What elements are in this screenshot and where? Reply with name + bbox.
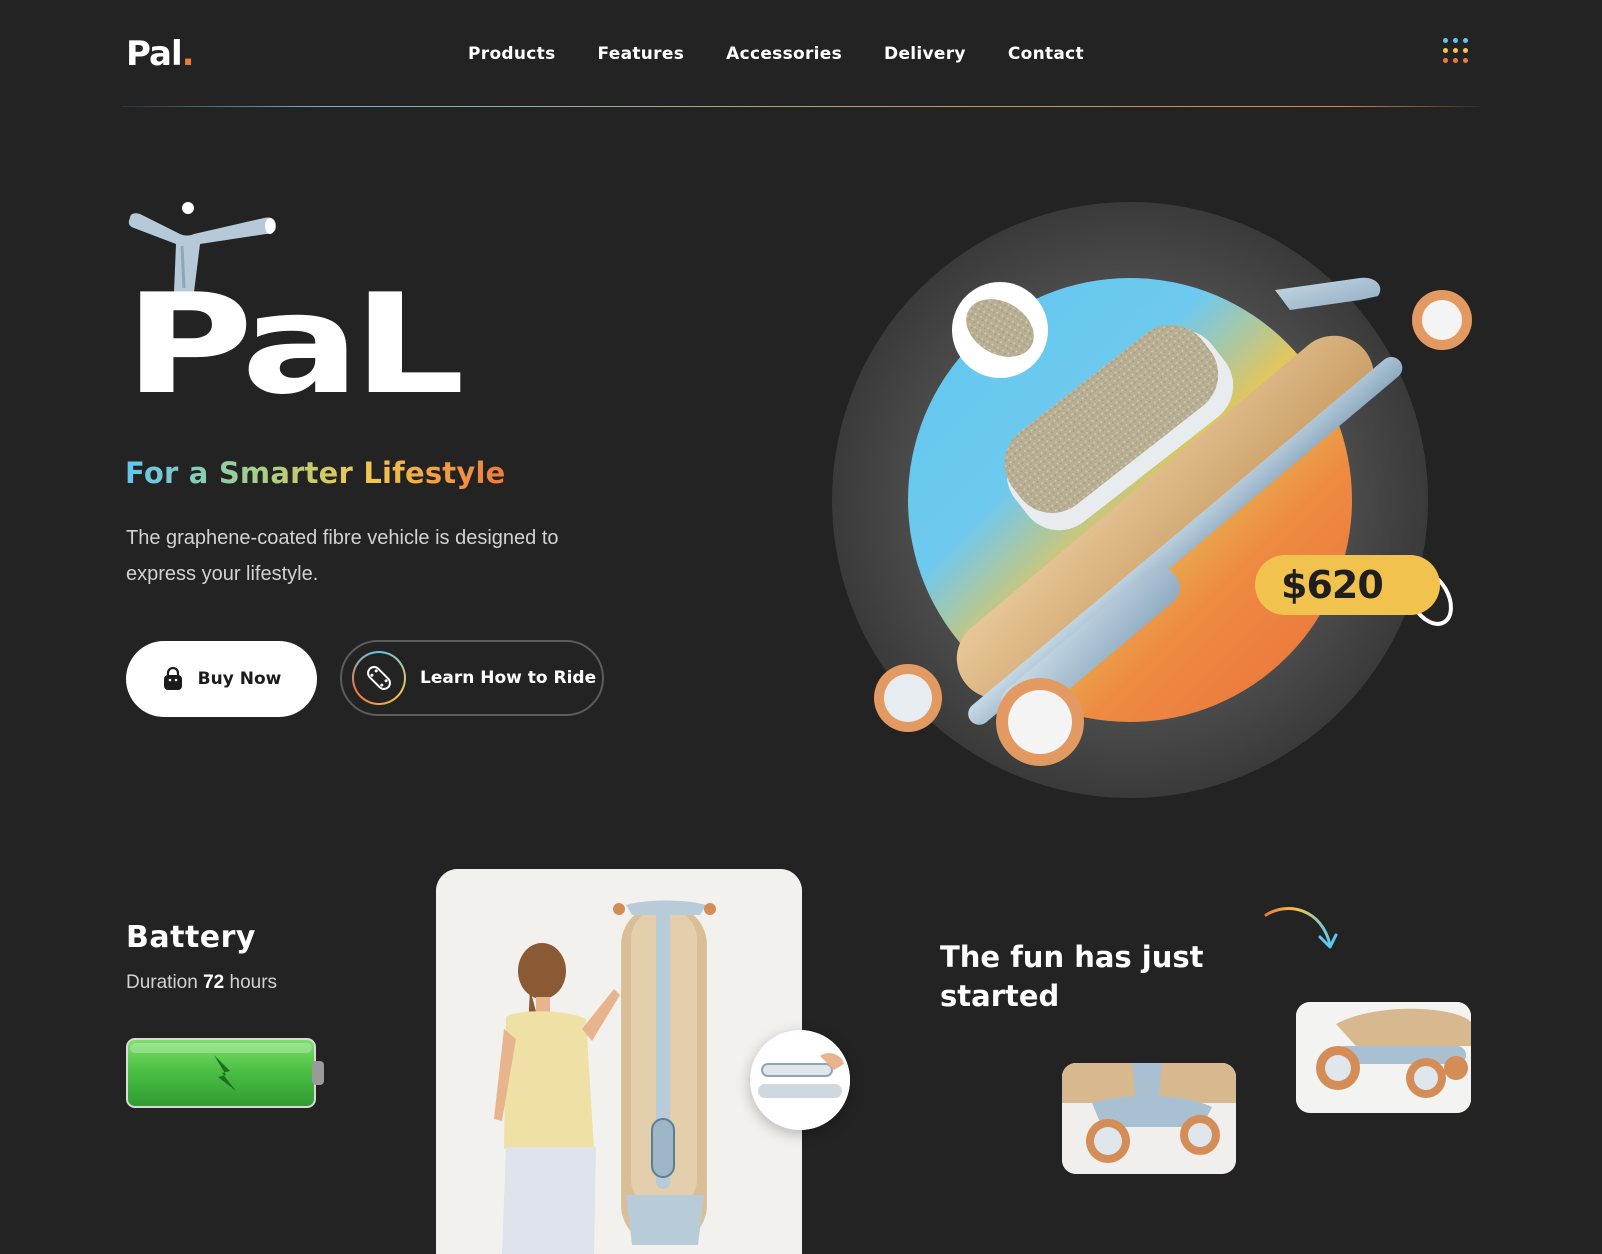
grid-dots-icon[interactable] — [1443, 38, 1473, 68]
nav-accessories[interactable]: Accessories — [726, 44, 842, 64]
wall-mount-illustration — [436, 869, 802, 1254]
price-tag: $620 — [1255, 555, 1440, 615]
duration-suffix: hours — [224, 972, 278, 993]
nav-delivery[interactable]: Delivery — [884, 44, 966, 64]
scooter-hero-image — [832, 202, 1472, 798]
thumbnail-front-wheels[interactable] — [1062, 1063, 1236, 1174]
main-nav: Products Features Accessories Delivery C… — [468, 44, 1084, 64]
logo-dot: . — [181, 34, 195, 74]
thumbnail-image — [1296, 1002, 1471, 1113]
nav-divider — [122, 106, 1480, 107]
wall-mount-photo — [436, 869, 802, 1254]
charging-dock-bubble — [750, 1030, 850, 1130]
logo[interactable]: Pal. — [126, 34, 195, 74]
buy-now-label: Buy Now — [197, 669, 282, 689]
landing-page: Pal. Products Features Accessories Deliv… — [0, 0, 1602, 1254]
battery-duration: Duration 72 hours — [126, 972, 277, 994]
learn-how-to-ride-label: Learn How to Ride — [420, 668, 597, 688]
hero-tagline: For a Smarter Lifestyle — [125, 456, 506, 490]
thumbnail-image — [1062, 1063, 1236, 1174]
battery-title: Battery — [126, 920, 256, 955]
curved-arrow-icon — [1264, 907, 1338, 949]
shopping-bag-icon — [163, 667, 182, 690]
nav-contact[interactable]: Contact — [1008, 44, 1084, 64]
thumbnail-rear-wheels[interactable] — [1296, 1002, 1471, 1113]
hero-title-block: PaL — [124, 200, 564, 414]
nav-products[interactable]: Products — [468, 44, 556, 64]
battery-icon — [126, 1038, 324, 1108]
logo-text: Pal — [126, 34, 183, 74]
duration-value: 72 — [203, 972, 225, 993]
learn-how-to-ride-button[interactable]: Learn How to Ride — [340, 640, 604, 716]
hero-description: The graphene-coated fibre vehicle is des… — [126, 527, 559, 585]
charging-dock-illustration — [750, 1030, 850, 1130]
skateboard-icon — [367, 666, 391, 690]
fun-title: The fun has just started — [940, 940, 1204, 1013]
nav-features[interactable]: Features — [598, 44, 685, 64]
hero-title: PaL — [124, 264, 465, 425]
buy-now-button[interactable]: Buy Now — [126, 641, 317, 717]
duration-prefix: Duration — [126, 972, 204, 993]
skateboard-icon-ring — [352, 651, 406, 705]
